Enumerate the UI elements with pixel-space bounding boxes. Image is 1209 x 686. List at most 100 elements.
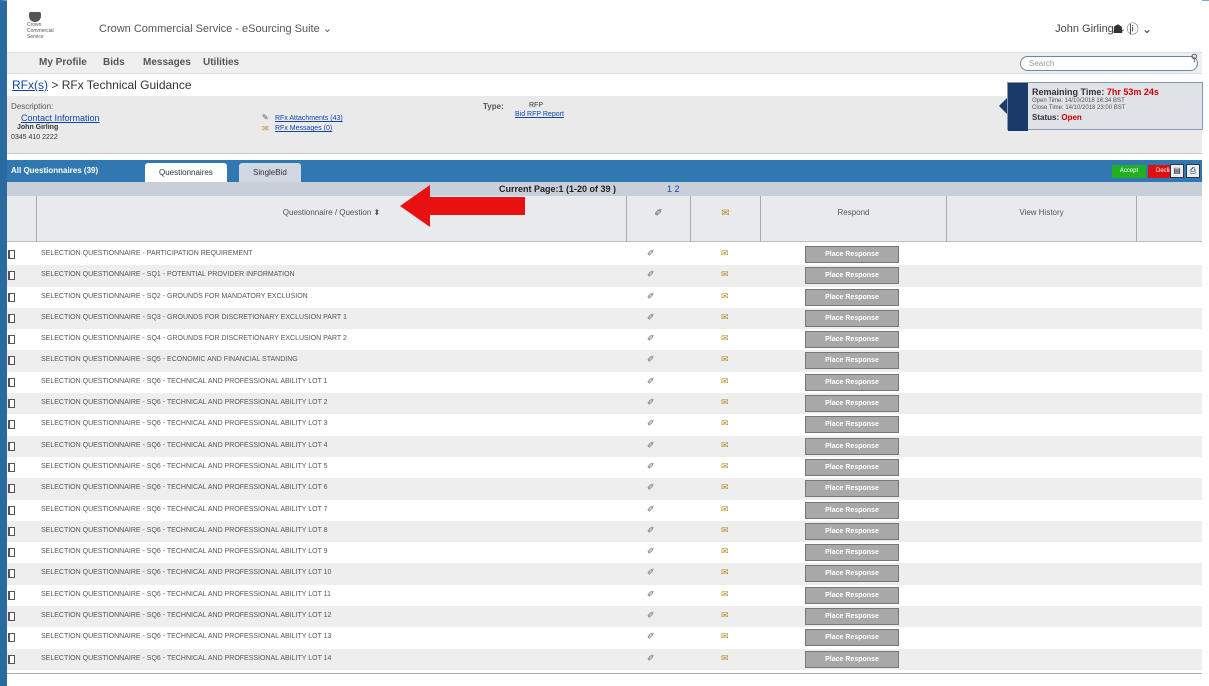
questionnaire-name[interactable]: SELECTION QUESTIONNAIRE - SQ6 - TECHNICA… — [41, 484, 328, 491]
expand-icon[interactable] — [8, 462, 15, 472]
pencil-icon[interactable]: ✐ — [647, 269, 655, 280]
pencil-icon[interactable]: ✐ — [647, 418, 655, 429]
place-response-button[interactable]: Place Response — [805, 650, 899, 668]
pencil-icon[interactable]: ✐ — [647, 376, 655, 387]
menu-bids[interactable]: Bids — [103, 57, 125, 68]
envelope-icon[interactable]: ✉ — [721, 376, 729, 387]
rfx-attachments-link[interactable]: RFx Attachments (43) — [275, 115, 343, 122]
envelope-icon[interactable]: ✉ — [721, 567, 729, 578]
expand-icon[interactable] — [8, 441, 15, 451]
menu-messages[interactable]: Messages — [143, 57, 191, 68]
questionnaire-name[interactable]: SELECTION QUESTIONNAIRE - SQ6 - TECHNICA… — [41, 612, 331, 619]
envelope-icon[interactable]: ✉ — [721, 397, 729, 408]
expand-icon[interactable] — [8, 569, 15, 579]
expand-icon[interactable] — [8, 356, 15, 366]
pencil-icon[interactable]: ✐ — [647, 567, 655, 578]
questionnaire-name[interactable]: SELECTION QUESTIONNAIRE - SQ6 - TECHNICA… — [41, 463, 328, 470]
pencil-icon[interactable]: ✐ — [647, 312, 655, 323]
pencil-icon[interactable]: ✐ — [647, 333, 655, 344]
questionnaire-name[interactable]: SELECTION QUESTIONNAIRE - SQ4 - GROUNDS … — [41, 335, 347, 342]
expand-icon[interactable] — [8, 505, 15, 515]
envelope-icon[interactable]: ✉ — [721, 269, 729, 280]
pencil-icon[interactable]: ✐ — [647, 631, 655, 642]
place-response-button[interactable]: Place Response — [805, 501, 899, 519]
chevron-down-icon[interactable]: ⌄ — [1142, 22, 1152, 36]
menu-utilities[interactable]: Utilities — [203, 57, 239, 68]
expand-icon[interactable] — [8, 399, 15, 409]
envelope-icon[interactable]: ✉ — [721, 248, 729, 259]
export-icon[interactable]: ▤ — [1170, 164, 1184, 178]
envelope-icon[interactable]: ✉ — [721, 418, 729, 429]
contact-information-link[interactable]: Contact Information — [21, 113, 100, 123]
expand-icon[interactable] — [8, 420, 15, 430]
place-response-button[interactable]: Place Response — [805, 395, 899, 413]
place-response-button[interactable]: Place Response — [805, 331, 899, 349]
questionnaire-name[interactable]: SELECTION QUESTIONNAIRE - SQ2 - GROUNDS … — [41, 293, 308, 300]
expand-icon[interactable] — [8, 377, 15, 387]
pencil-icon[interactable]: ✐ — [647, 461, 655, 472]
expand-icon[interactable] — [8, 612, 15, 622]
pencil-icon[interactable]: ✐ — [647, 546, 655, 557]
envelope-icon[interactable]: ✉ — [721, 461, 729, 472]
print-icon[interactable]: ⎙ — [1186, 164, 1200, 178]
questionnaire-name[interactable]: SELECTION QUESTIONNAIRE - SQ6 - TECHNICA… — [41, 506, 328, 513]
place-response-button[interactable]: Place Response — [805, 437, 899, 455]
place-response-button[interactable]: Place Response — [805, 373, 899, 391]
menu-my-profile[interactable]: My Profile — [39, 57, 87, 68]
place-response-button[interactable]: Place Response — [805, 246, 899, 263]
help-icon[interactable]: ⓘ — [1127, 22, 1139, 36]
tab-questionnaires[interactable]: Questionnaires — [145, 163, 227, 182]
questionnaire-name[interactable]: SELECTION QUESTIONNAIRE - SQ6 - TECHNICA… — [41, 633, 331, 640]
place-response-button[interactable]: Place Response — [805, 288, 899, 306]
pencil-icon[interactable]: ✐ — [647, 291, 655, 302]
envelope-icon[interactable]: ✉ — [721, 291, 729, 302]
questionnaire-name[interactable]: SELECTION QUESTIONNAIRE - SQ6 - TECHNICA… — [41, 527, 328, 534]
questionnaire-name[interactable]: SELECTION QUESTIONNAIRE - PARTICIPATION … — [41, 250, 252, 257]
expand-icon[interactable] — [8, 484, 15, 494]
page-links[interactable]: 1 2 — [667, 184, 680, 194]
questionnaire-name[interactable]: SELECTION QUESTIONNAIRE - SQ6 - TECHNICA… — [41, 420, 328, 427]
envelope-icon[interactable]: ✉ — [721, 333, 729, 344]
place-response-button[interactable]: Place Response — [805, 629, 899, 647]
pencil-icon[interactable]: ✐ — [647, 482, 655, 493]
questionnaire-name[interactable]: SELECTION QUESTIONNAIRE - SQ6 - TECHNICA… — [41, 399, 328, 406]
pencil-icon[interactable]: ✐ — [647, 504, 655, 515]
expand-icon[interactable] — [8, 292, 15, 302]
questionnaire-name[interactable]: SELECTION QUESTIONNAIRE - SQ6 - TECHNICA… — [41, 548, 328, 555]
place-response-button[interactable]: Place Response — [805, 565, 899, 583]
envelope-icon[interactable]: ✉ — [721, 354, 729, 365]
pencil-icon[interactable]: ✐ — [647, 589, 655, 600]
envelope-icon[interactable]: ✉ — [721, 440, 729, 451]
questionnaire-name[interactable]: SELECTION QUESTIONNAIRE - SQ6 - TECHNICA… — [41, 569, 331, 576]
pencil-icon[interactable]: ✐ — [647, 397, 655, 408]
questionnaire-name[interactable]: SELECTION QUESTIONNAIRE - SQ3 - GROUNDS … — [41, 314, 347, 321]
all-questionnaires-label[interactable]: All Questionnaires (39) — [11, 166, 98, 175]
envelope-icon[interactable]: ✉ — [721, 653, 729, 664]
breadcrumb-rfx-link[interactable]: RFx(s) — [12, 78, 48, 92]
place-response-button[interactable]: Place Response — [805, 480, 899, 498]
pencil-icon[interactable]: ✐ — [647, 440, 655, 451]
pencil-icon[interactable]: ✐ — [647, 653, 655, 664]
search-input[interactable]: Search — [1020, 56, 1198, 71]
place-response-button[interactable]: Place Response — [805, 586, 899, 604]
tab-singlebid[interactable]: SingleBid — [239, 163, 301, 182]
envelope-icon[interactable]: ✉ — [721, 631, 729, 642]
questionnaire-name[interactable]: SELECTION QUESTIONNAIRE - SQ1 - POTENTIA… — [41, 271, 295, 278]
app-title[interactable]: Crown Commercial Service - eSourcing Sui… — [99, 22, 332, 35]
questionnaire-name[interactable]: SELECTION QUESTIONNAIRE - SQ6 - TECHNICA… — [41, 378, 328, 385]
expand-icon[interactable] — [8, 250, 15, 259]
questionnaire-name[interactable]: SELECTION QUESTIONNAIRE - SQ5 - ECONOMIC… — [41, 356, 298, 363]
expand-icon[interactable] — [8, 548, 15, 558]
envelope-icon[interactable]: ✉ — [721, 504, 729, 515]
pencil-icon[interactable]: ✐ — [647, 610, 655, 621]
sort-icon[interactable]: ⬍ — [374, 208, 381, 217]
place-response-button[interactable]: Place Response — [805, 267, 899, 285]
envelope-icon[interactable]: ✉ — [721, 312, 729, 323]
envelope-icon[interactable]: ✉ — [721, 546, 729, 557]
place-response-button[interactable]: Place Response — [805, 458, 899, 476]
questionnaire-name[interactable]: SELECTION QUESTIONNAIRE - SQ6 - TECHNICA… — [41, 591, 331, 598]
place-response-button[interactable]: Place Response — [805, 608, 899, 626]
envelope-icon[interactable]: ✉ — [721, 482, 729, 493]
pencil-icon[interactable]: ✐ — [647, 354, 655, 365]
place-response-button[interactable]: Place Response — [805, 416, 899, 434]
